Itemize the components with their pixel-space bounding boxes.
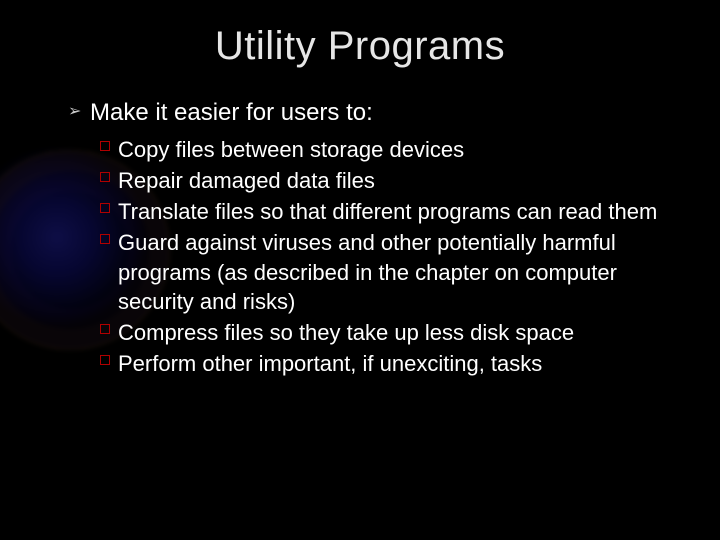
square-bullet-icon bbox=[100, 141, 110, 151]
slide: Utility Programs ➢ Make it easier for us… bbox=[0, 0, 720, 540]
square-bullet-icon bbox=[100, 355, 110, 365]
slide-title: Utility Programs bbox=[40, 24, 680, 69]
level2-text: Guard against viruses and other potentia… bbox=[118, 230, 617, 313]
square-bullet-icon bbox=[100, 203, 110, 213]
level2-item: Translate files so that different progra… bbox=[100, 197, 680, 226]
level1-text: Make it easier for users to: bbox=[90, 99, 373, 126]
level2-item: Copy files between storage devices bbox=[100, 135, 680, 164]
level2-item: Perform other important, if unexciting, … bbox=[100, 349, 680, 378]
level2-text: Perform other important, if unexciting, … bbox=[118, 351, 542, 376]
level2-item: Repair damaged data files bbox=[100, 166, 680, 195]
level2-item: Guard against viruses and other potentia… bbox=[100, 228, 680, 315]
square-bullet-icon bbox=[100, 234, 110, 244]
bullet-level-1: ➢ Make it easier for users to: bbox=[68, 97, 680, 129]
level2-text: Compress files so they take up less disk… bbox=[118, 320, 574, 345]
square-bullet-icon bbox=[100, 324, 110, 334]
bullet-level-2: Copy files between storage devices Repai… bbox=[100, 135, 680, 377]
arrow-bullet-icon: ➢ bbox=[68, 101, 81, 123]
level2-text: Translate files so that different progra… bbox=[118, 199, 657, 224]
level2-text: Copy files between storage devices bbox=[118, 137, 464, 162]
level2-text: Repair damaged data files bbox=[118, 168, 375, 193]
level2-item: Compress files so they take up less disk… bbox=[100, 318, 680, 347]
square-bullet-icon bbox=[100, 172, 110, 182]
level1-item: ➢ Make it easier for users to: bbox=[68, 97, 680, 129]
